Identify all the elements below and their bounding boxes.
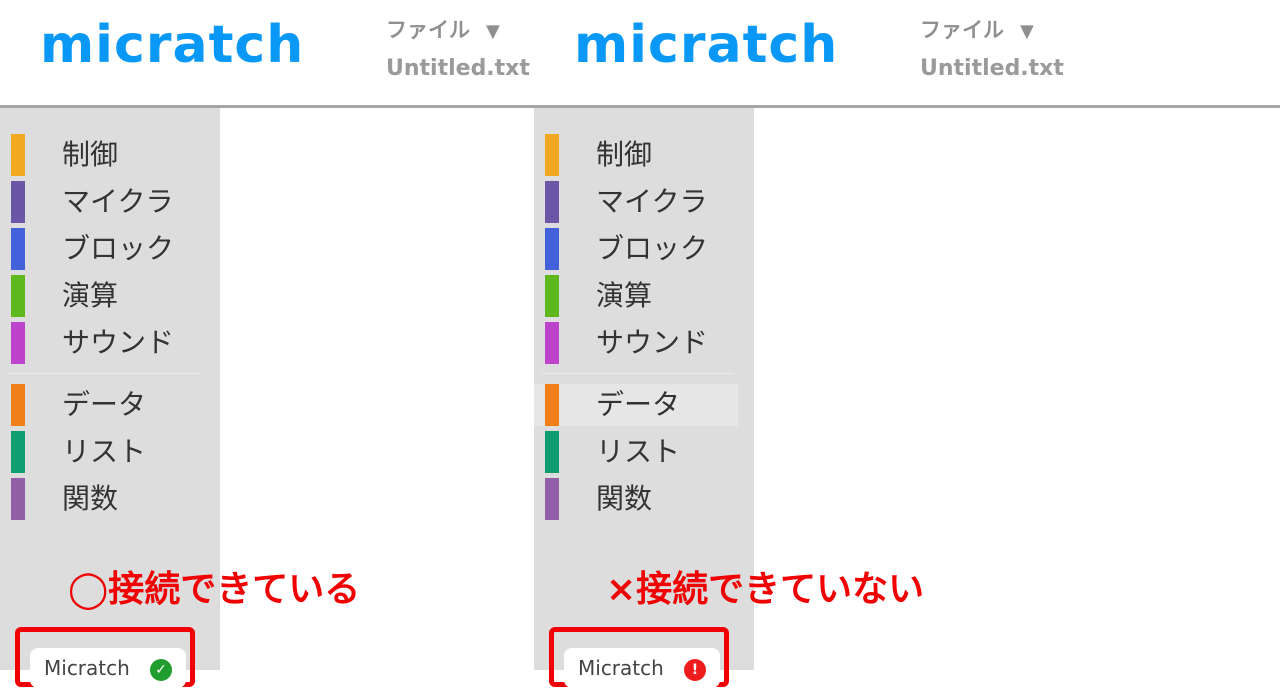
category-label: ブロック bbox=[596, 232, 709, 265]
category-operators[interactable]: 演算 bbox=[0, 275, 210, 317]
category-swatch bbox=[545, 181, 559, 223]
file-menu-label: ファイル bbox=[386, 18, 470, 42]
category-block[interactable]: ブロック bbox=[0, 228, 210, 270]
category-label: 関数 bbox=[62, 482, 119, 515]
check-icon: ✓ bbox=[150, 659, 172, 681]
category-label: 演算 bbox=[62, 279, 119, 312]
category-label: リスト bbox=[596, 435, 681, 468]
dropdown-arrow-icon: ▼ bbox=[1020, 21, 1034, 42]
category-block[interactable]: ブロック bbox=[534, 228, 744, 270]
connection-status-button[interactable]: Micratch ✓ bbox=[30, 648, 186, 688]
filename: Untitled.txt bbox=[920, 56, 1064, 81]
category-label: データ bbox=[62, 388, 147, 421]
category-label: サウンド bbox=[62, 326, 175, 359]
category-divider bbox=[542, 373, 734, 374]
category-label: 制御 bbox=[62, 138, 119, 171]
category-minecraft[interactable]: マイクラ bbox=[534, 181, 744, 223]
category-swatch bbox=[545, 228, 559, 270]
file-menu[interactable]: ファイル ▼ bbox=[920, 16, 1034, 46]
category-control[interactable]: 制御 bbox=[534, 134, 744, 176]
panel-connected: micratch ファイル ▼ Untitled.txt 制御 マイクラ ブロック… bbox=[0, 0, 534, 688]
category-label: データ bbox=[596, 388, 681, 421]
category-swatch bbox=[11, 431, 25, 473]
category-swatch bbox=[11, 322, 25, 364]
category-list[interactable]: リスト bbox=[534, 431, 744, 473]
category-list[interactable]: リスト bbox=[0, 431, 210, 473]
file-menu-label: ファイル bbox=[920, 18, 1004, 42]
annotation-connected: ◯接続できている bbox=[68, 569, 361, 610]
category-function[interactable]: 関数 bbox=[534, 478, 744, 520]
category-swatch bbox=[545, 134, 559, 176]
category-swatch bbox=[11, 478, 25, 520]
category-data[interactable]: データ bbox=[534, 384, 738, 426]
error-icon: ! bbox=[684, 659, 706, 681]
category-sound[interactable]: サウンド bbox=[0, 322, 210, 364]
category-swatch bbox=[11, 275, 25, 317]
category-data[interactable]: データ bbox=[0, 384, 210, 426]
connection-status-label: Micratch bbox=[44, 656, 130, 680]
category-label: サウンド bbox=[596, 326, 709, 359]
category-label: ブロック bbox=[62, 232, 175, 265]
category-swatch bbox=[11, 134, 25, 176]
category-label: リスト bbox=[62, 435, 147, 468]
category-swatch bbox=[545, 478, 559, 520]
header: micratch ファイル ▼ Untitled.txt bbox=[534, 0, 1068, 105]
category-swatch bbox=[545, 322, 559, 364]
file-menu[interactable]: ファイル ▼ bbox=[386, 16, 500, 46]
category-swatch bbox=[545, 275, 559, 317]
category-operators[interactable]: 演算 bbox=[534, 275, 744, 317]
category-label: マイクラ bbox=[596, 185, 708, 218]
filename: Untitled.txt bbox=[386, 56, 530, 81]
app-logo: micratch bbox=[40, 15, 305, 75]
dropdown-arrow-icon: ▼ bbox=[486, 21, 500, 42]
category-function[interactable]: 関数 bbox=[0, 478, 210, 520]
connection-status-label: Micratch bbox=[578, 656, 664, 680]
category-sound[interactable]: サウンド bbox=[534, 322, 744, 364]
header: micratch ファイル ▼ Untitled.txt bbox=[0, 0, 534, 105]
category-label: 演算 bbox=[596, 279, 653, 312]
panel-disconnected: micratch ファイル ▼ Untitled.txt 制御 マイクラ ブロック… bbox=[534, 0, 1068, 688]
category-swatch bbox=[545, 431, 559, 473]
category-swatch bbox=[545, 384, 559, 426]
connection-status-button[interactable]: Micratch ! bbox=[564, 648, 720, 688]
category-label: 関数 bbox=[596, 482, 653, 515]
annotation-disconnected: ×接続できていない bbox=[606, 569, 925, 610]
category-control[interactable]: 制御 bbox=[0, 134, 210, 176]
category-divider bbox=[8, 373, 200, 374]
category-swatch bbox=[11, 384, 25, 426]
app-logo: micratch bbox=[574, 15, 839, 75]
category-swatch bbox=[11, 228, 25, 270]
category-swatch bbox=[11, 181, 25, 223]
category-label: マイクラ bbox=[62, 185, 174, 218]
category-label: 制御 bbox=[596, 138, 653, 171]
category-minecraft[interactable]: マイクラ bbox=[0, 181, 210, 223]
